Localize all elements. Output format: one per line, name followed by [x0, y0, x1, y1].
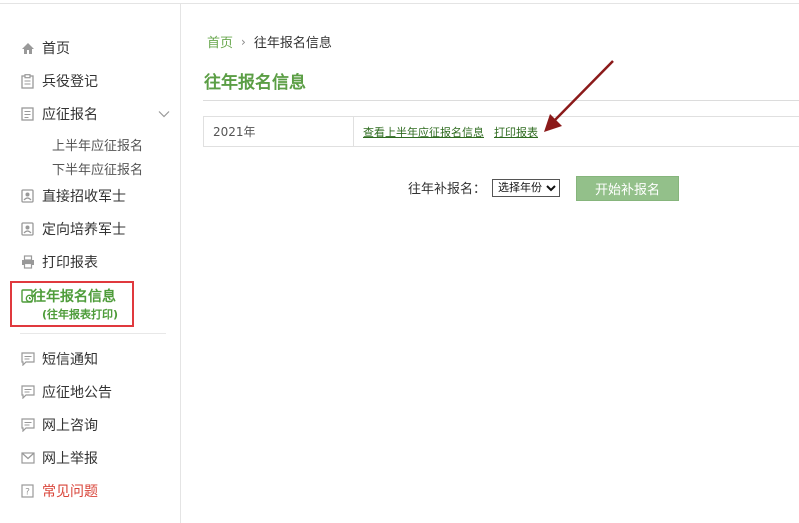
sidebar-item-past-registration[interactable]: 往年报名信息	[32, 286, 116, 306]
sidebar-divider	[20, 333, 166, 334]
sidebar-item-label: 应征报名	[42, 107, 98, 123]
sidebar-subitem-second-half[interactable]: 下半年应征报名	[52, 159, 143, 178]
chat-icon	[20, 418, 35, 433]
registration-table: 2021年 查看上半年应征报名信息 打印报表	[203, 116, 799, 147]
chat-icon	[20, 352, 35, 367]
sidebar-item-directed-training[interactable]: 定向培养军士	[20, 218, 126, 240]
start-supplement-button[interactable]: 开始补报名	[576, 176, 679, 201]
sidebar-item-past-registration-sub: (往年报表打印)	[42, 308, 119, 321]
page-title: 往年报名信息	[204, 73, 306, 93]
breadcrumb-home[interactable]: 首页	[207, 32, 233, 51]
sidebar-item-label: 应征地公告	[42, 385, 112, 401]
print-report-link[interactable]: 打印报表	[494, 124, 538, 140]
supplement-row: 往年补报名： 选择年份	[408, 178, 561, 197]
breadcrumb-separator: ›	[241, 34, 246, 49]
sidebar-item-label: 定向培养军士	[42, 222, 126, 238]
breadcrumb: 首页 › 往年报名信息	[207, 32, 332, 52]
breadcrumb-current: 往年报名信息	[253, 36, 332, 51]
view-first-half-link[interactable]: 查看上半年应征报名信息	[363, 124, 484, 140]
id-card-icon	[20, 222, 35, 237]
sidebar-item-faq[interactable]: ? 常见问题	[20, 480, 98, 502]
annotation-arrow	[544, 60, 614, 132]
sidebar-subitem-first-half[interactable]: 上半年应征报名	[52, 135, 143, 154]
sidebar-item-military-registration[interactable]: 兵役登记	[20, 70, 98, 92]
question-icon: ?	[20, 484, 35, 499]
year-select[interactable]: 选择年份	[492, 178, 561, 197]
sidebar-item-label: 网上咨询	[42, 418, 98, 434]
sidebar-item-direct-recruit[interactable]: 直接招收军士	[20, 185, 126, 207]
sidebar-item-label: 打印报表	[42, 255, 98, 271]
printer-icon	[20, 255, 35, 270]
clipboard-icon	[20, 73, 35, 89]
mail-icon	[20, 451, 35, 466]
table-year-cell: 2021年	[204, 117, 354, 146]
id-card-icon	[20, 189, 35, 204]
sidebar-item-sms-notice[interactable]: 短信通知	[20, 348, 98, 370]
sidebar-item-label: 短信通知	[42, 352, 98, 368]
sidebar-item-home[interactable]: 首页	[20, 37, 70, 59]
sidebar-item-label: 网上举报	[42, 451, 98, 467]
sidebar-item-label: 直接招收军士	[42, 189, 126, 205]
sidebar-item-label: 首页	[42, 41, 70, 57]
sidebar-item-online-consult[interactable]: 网上咨询	[20, 414, 98, 436]
sidebar-item-online-report[interactable]: 网上举报	[20, 447, 98, 469]
home-icon	[20, 41, 35, 56]
chevron-down-icon[interactable]	[158, 108, 170, 120]
chat-icon	[20, 385, 35, 400]
title-divider	[203, 100, 799, 101]
sidebar-item-print-report[interactable]: 打印报表	[20, 251, 98, 273]
sidebar-item-label: 兵役登记	[42, 74, 98, 90]
supplement-label: 往年补报名：	[408, 182, 487, 197]
sidebar-item-label: 常见问题	[42, 484, 98, 500]
sidebar-item-announcement[interactable]: 应征地公告	[20, 381, 112, 403]
sidebar-item-enlistment[interactable]: 应征报名	[20, 103, 98, 125]
document-icon	[20, 107, 35, 122]
svg-text:?: ?	[25, 488, 30, 498]
